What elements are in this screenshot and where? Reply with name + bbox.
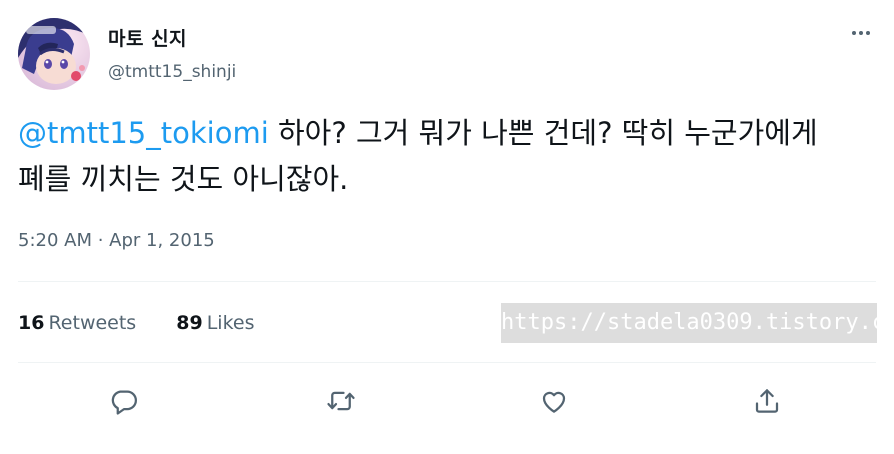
dot — [859, 31, 863, 35]
like-button[interactable] — [534, 381, 574, 421]
mention-link[interactable]: @tmtt15_tokiomi — [18, 116, 269, 150]
divider — [18, 281, 876, 282]
retweet-button[interactable] — [321, 381, 361, 421]
avatar[interactable] — [18, 18, 90, 90]
engagement-stats: 16 Retweets 89 Likes — [18, 312, 255, 334]
reply-icon — [111, 390, 137, 415]
retweet-icon — [327, 391, 355, 411]
dot — [852, 31, 856, 35]
more-options-icon[interactable] — [846, 22, 876, 44]
display-name[interactable]: 마토 신지 — [108, 24, 187, 51]
likes-stat[interactable]: 89 Likes — [176, 312, 254, 334]
like-icon — [542, 391, 566, 413]
reply-button[interactable] — [104, 381, 144, 421]
avatar-image — [18, 18, 90, 90]
share-button[interactable] — [747, 381, 787, 421]
user-handle[interactable]: @tmtt15_shinji — [108, 62, 236, 82]
share-icon — [755, 389, 779, 413]
dot — [866, 31, 870, 35]
watermark: https://stadela0309.tistory.com — [501, 303, 877, 343]
tweet-text: @tmtt15_tokiomi 하아? 그거 뭐가 나쁜 건데? 딱히 누군가에… — [18, 110, 878, 202]
likes-count: 89 — [176, 312, 203, 334]
likes-label: Likes — [206, 312, 255, 334]
retweets-count: 16 — [18, 312, 45, 334]
retweets-label: Retweets — [48, 312, 137, 334]
tweet-timestamp[interactable]: 5:20 AM · Apr 1, 2015 — [18, 230, 215, 251]
divider — [18, 362, 876, 363]
retweets-stat[interactable]: 16 Retweets — [18, 312, 136, 334]
